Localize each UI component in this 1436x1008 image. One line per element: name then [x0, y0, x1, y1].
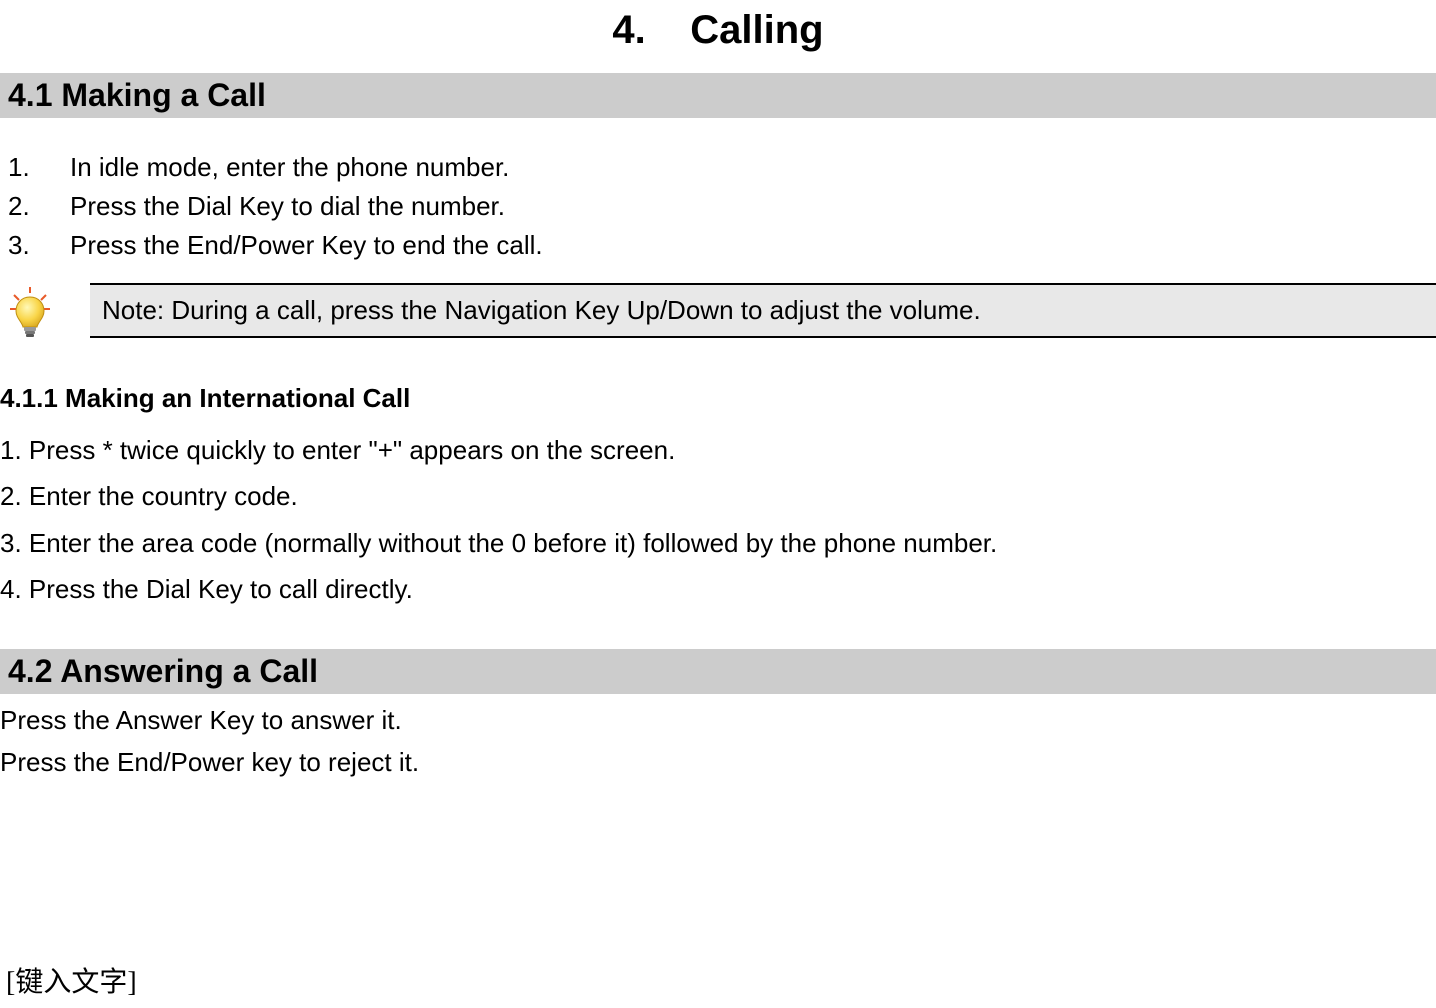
step-text: In idle mode, enter the phone number.	[70, 148, 509, 187]
section-heading-4-2: 4.2 Answering a Call	[0, 649, 1436, 694]
chapter-title-text: Calling	[690, 8, 823, 52]
step-number: 2.	[8, 187, 70, 226]
step-text: Press the Dial Key to dial the number.	[70, 187, 505, 226]
subsection-heading-4-1-1: 4.1.1 Making an International Call	[0, 383, 1436, 414]
list-item: 4. Press the Dial Key to call directly.	[0, 569, 1436, 609]
note-container: Note: During a call, press the Navigatio…	[0, 283, 1436, 343]
chapter-number: 4.	[612, 8, 645, 52]
list-item: 2. Enter the country code.	[0, 476, 1436, 516]
subsection-4-1-1: 4.1.1 Making an International Call 1. Pr…	[0, 383, 1436, 609]
list-item: 1. Press * twice quickly to enter "+" ap…	[0, 430, 1436, 470]
list-item: 1. In idle mode, enter the phone number.	[8, 148, 1436, 187]
chapter-title: 4. Calling	[0, 0, 1436, 73]
step-number: 1.	[8, 148, 70, 187]
step-text: Press the End/Power Key to end the call.	[70, 226, 543, 265]
list-item: 3. Enter the area code (normally without…	[0, 523, 1436, 563]
step-number: 3.	[8, 226, 70, 265]
steps-list-4-1: 1. In idle mode, enter the phone number.…	[0, 148, 1436, 265]
section-heading-4-1: 4.1 Making a Call	[0, 73, 1436, 118]
lightbulb-icon	[0, 283, 60, 343]
footer-placeholder: [键入文字]	[6, 960, 137, 1000]
note-text: Note: During a call, press the Navigatio…	[102, 295, 981, 325]
body-text: Press the Answer Key to answer it.	[0, 700, 1436, 740]
list-item: 2. Press the Dial Key to dial the number…	[8, 187, 1436, 226]
body-text: Press the End/Power key to reject it.	[0, 742, 1436, 782]
list-item: 3. Press the End/Power Key to end the ca…	[8, 226, 1436, 265]
note-box: Note: During a call, press the Navigatio…	[90, 283, 1436, 338]
